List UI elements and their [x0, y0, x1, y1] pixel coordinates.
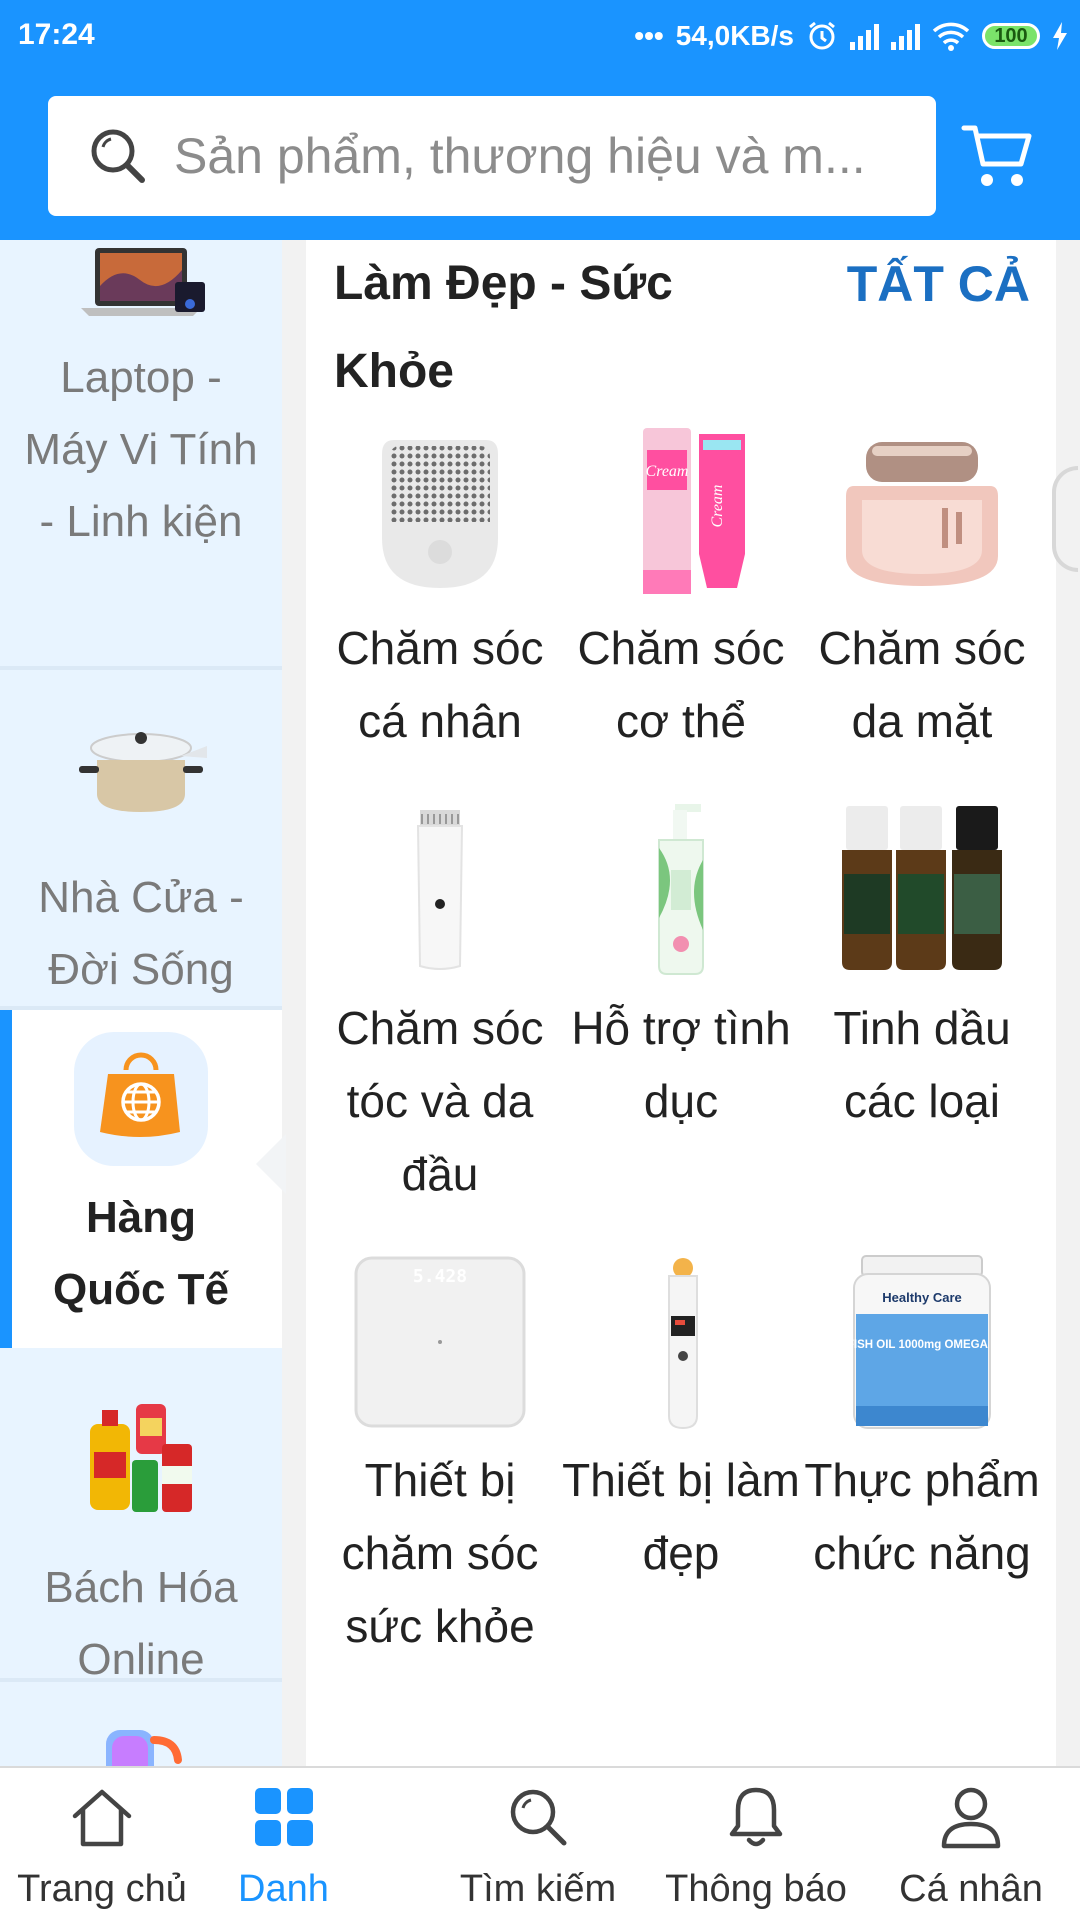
subcategory-tile[interactable]: Thiết bị làm đẹp — [561, 1252, 801, 1590]
tile-label: Thiết bị làm đẹp — [562, 1454, 800, 1579]
nav-categories[interactable]: Danh — [224, 1782, 344, 1911]
subcategory-tile[interactable]: Chăm sóc da mặt — [802, 420, 1042, 758]
cream-tubes-image: Cream Cream — [591, 420, 771, 600]
app-header: 17:24 ••• 54,0KB/s 100 — [0, 0, 1080, 240]
scroll-indicator[interactable] — [1052, 466, 1078, 572]
facial-cleanser-image — [350, 420, 530, 600]
search-input[interactable] — [172, 126, 916, 186]
sidebar-item-home-living[interactable]: Nhà Cửa - Đời Sống — [0, 670, 282, 1010]
subcategory-tile[interactable]: Tinh dầu các loại — [802, 800, 1042, 1138]
section-title: Làm Đẹp - Sức Khỏe — [334, 257, 673, 398]
tile-label: Tinh dầu các loại — [833, 1002, 1011, 1127]
cream-jar-image — [832, 420, 1012, 600]
wifi-icon — [932, 22, 970, 51]
beauty-device-image — [591, 1252, 771, 1432]
cart-icon[interactable] — [960, 118, 1036, 194]
tile-label: Chăm sóc cá nhân — [336, 622, 544, 747]
tile-label: Thiết bị chăm sóc sức khỏe — [341, 1454, 539, 1652]
alarm-icon — [809, 21, 835, 50]
category-grid-icon — [255, 1788, 313, 1846]
subcategory-tile[interactable]: Chăm sóc tóc và da đầu — [320, 800, 560, 1211]
tile-label: Hỗ trợ tình dục — [571, 1002, 791, 1127]
sidebar-item-grocery[interactable]: Bách Hóa Online — [0, 1348, 282, 1684]
nav-label: Thông báo — [665, 1868, 847, 1910]
nav-home[interactable]: Trang chủ — [14, 1782, 190, 1911]
status-bar: 17:24 ••• 54,0KB/s 100 — [0, 0, 1080, 70]
status-icons: ••• 54,0KB/s 100 — [634, 14, 1068, 58]
subcategory-tile[interactable]: 5.428 Thiết bị chăm sóc sức khỏe — [320, 1252, 560, 1663]
status-time: 17:24 — [18, 18, 95, 51]
pump-bottle-image — [591, 800, 771, 980]
signal-icon — [850, 22, 879, 50]
laptop-image — [81, 248, 205, 316]
fish-oil-brand: Healthy Care — [882, 1290, 961, 1305]
net-speed: 54,0KB/s — [675, 20, 794, 51]
smart-scale-image: 5.428 — [350, 1252, 530, 1432]
bottom-navigation: Trang chủ Danh Tìm kiếm Thông báo Cá nhâ… — [0, 1766, 1080, 1922]
groceries-image — [90, 1404, 192, 1512]
sidebar-item-international[interactable]: Hàng Quốc Tế — [0, 1010, 282, 1348]
fish-oil-text: FISH OIL 1000mg OMEGA 3 — [847, 1339, 997, 1351]
subcategory-tile[interactable]: Chăm sóc cá nhân — [320, 420, 560, 758]
bell-icon — [729, 1787, 783, 1847]
nav-label: Tìm kiếm — [459, 1868, 617, 1910]
nav-profile[interactable]: Cá nhân — [886, 1782, 1056, 1911]
search-icon — [91, 129, 145, 183]
fish-oil-jar-image: Healthy Care FISH OIL 1000mg OMEGA 3 — [832, 1252, 1012, 1432]
subcategory-tile[interactable]: Cream Cream Chăm sóc cơ thể — [561, 420, 801, 758]
tile-label: Thực phẩm chức năng — [804, 1454, 1040, 1579]
dots-icon: ••• — [634, 20, 664, 51]
svg-text:Cream: Cream — [646, 463, 689, 480]
subcategory-panel: Làm Đẹp - Sức Khỏe TẤT CẢ Chăm sóc cá nh… — [306, 240, 1056, 1766]
sidebar-item-label: Nhà Cửa - Đời Sống — [38, 873, 244, 994]
home-icon — [72, 1789, 132, 1847]
tile-label: Chăm sóc cơ thể — [577, 622, 785, 747]
active-indicator-notch — [256, 1134, 286, 1194]
see-all-link[interactable]: TẤT CẢ — [847, 240, 1030, 328]
signal-icon-2 — [891, 22, 920, 50]
nav-label: Cá nhân — [899, 1868, 1043, 1910]
tile-label: Chăm sóc da mặt — [818, 622, 1026, 747]
charging-icon — [1053, 22, 1067, 50]
search-icon — [510, 1789, 567, 1846]
user-icon — [941, 1787, 1001, 1849]
search-bar[interactable] — [48, 96, 936, 216]
svg-text:Cream: Cream — [709, 485, 726, 528]
sidebar-item-label: Laptop - Máy Vi Tính - Linh kiện — [24, 353, 258, 546]
sidebar-item-label: Hàng Quốc Tế — [52, 1193, 230, 1314]
nav-search[interactable]: Tìm kiếm — [448, 1782, 628, 1911]
nav-label: Danh — [238, 1868, 329, 1910]
tile-label: Chăm sóc tóc và da đầu — [336, 1002, 544, 1200]
sidebar-item-label: Bách Hóa Online — [44, 1563, 238, 1684]
sidebar-item-laptop[interactable]: Laptop - Máy Vi Tính - Linh kiện — [0, 240, 282, 670]
battery-icon: 100 — [982, 23, 1040, 49]
globe-shopping-bag-icon — [74, 1032, 208, 1166]
hair-clipper-image — [350, 800, 530, 980]
scale-display: 5.428 — [413, 1266, 467, 1287]
cookware-image — [79, 732, 207, 812]
sidebar-item-electronics[interactable] — [0, 1682, 282, 1766]
nav-label: Trang chủ — [17, 1868, 187, 1910]
subcategory-tile[interactable]: Hỗ trợ tình dục — [561, 800, 801, 1138]
category-sidebar: Laptop - Máy Vi Tính - Linh kiện Nhà Cửa… — [0, 240, 282, 1766]
nav-notifications[interactable]: Thông báo — [652, 1782, 860, 1911]
speaker-image — [106, 1730, 182, 1766]
subcategory-tile[interactable]: Healthy Care FISH OIL 1000mg OMEGA 3 Thự… — [802, 1252, 1042, 1590]
essential-oil-bottles-image — [832, 800, 1012, 980]
